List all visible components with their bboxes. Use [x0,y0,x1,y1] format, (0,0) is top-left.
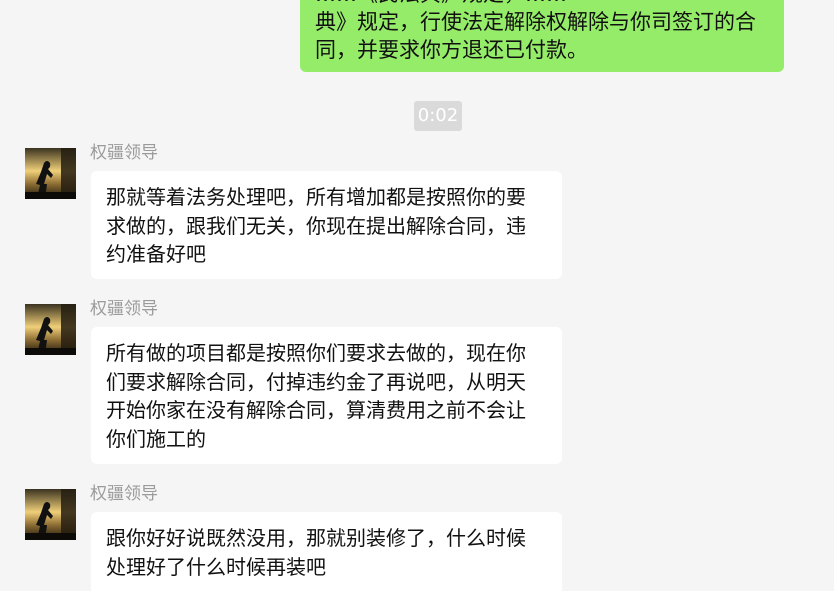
message-line: 处理好了什么时候再装吧 [106,554,326,579]
message-line: 那就等着法务处理吧，所有增加都是按照你的要 [106,185,526,209]
sender-name: 权疆领导 [90,143,158,163]
sent-message-line: 典》规定，行使法定解除权解除与你司签订的合 [315,10,756,34]
avatar-silhouette-icon [25,148,76,199]
sender-name: 权疆领导 [90,484,158,504]
avatar[interactable] [25,148,76,199]
message-line: 们要求解除合同，付掉违约金了再说吧，从明天 [106,369,526,394]
message-line: 你们施工的 [106,426,206,451]
received-message-bubble[interactable]: 跟你好好说既然没用，那就别装修了，什么时候 处理好了什么时候再装吧 [91,512,562,591]
message-line: 所有做的项目都是按照你们要求去做的，现在你 [106,341,526,365]
timestamp-label: 0:02 [414,101,462,131]
chat-window: ……《民法典》规定，…… 典》规定，行使法定解除权解除与你司签订的合 同，并要求… [0,0,834,591]
sent-message-bubble[interactable]: ……《民法典》规定，…… 典》规定，行使法定解除权解除与你司签订的合 同，并要求… [300,0,784,72]
received-message-bubble[interactable]: 那就等着法务处理吧，所有增加都是按照你的要 求做的，跟我们无关，你现在提出解除合… [91,171,562,279]
avatar-silhouette-icon [25,489,76,540]
sent-message-line: 同，并要求你方退还已付款。 [315,38,588,62]
avatar[interactable] [25,489,76,540]
avatar-silhouette-icon [25,304,76,355]
received-message-bubble[interactable]: 所有做的项目都是按照你们要求去做的，现在你 们要求解除合同，付掉违约金了再说吧，… [91,327,562,464]
sender-name: 权疆领导 [90,299,158,319]
message-line: 跟你好好说既然没用，那就别装修了，什么时候 [106,526,526,550]
sent-message-line: ……《民法典》规定，…… [315,0,768,8]
message-line: 约准备好吧 [106,242,206,266]
message-line: 求做的，跟我们无关，你现在提出解除合同，违 [106,213,526,238]
message-line: 开始你家在没有解除合同，算清费用之前不会让 [106,398,526,422]
avatar[interactable] [25,304,76,355]
